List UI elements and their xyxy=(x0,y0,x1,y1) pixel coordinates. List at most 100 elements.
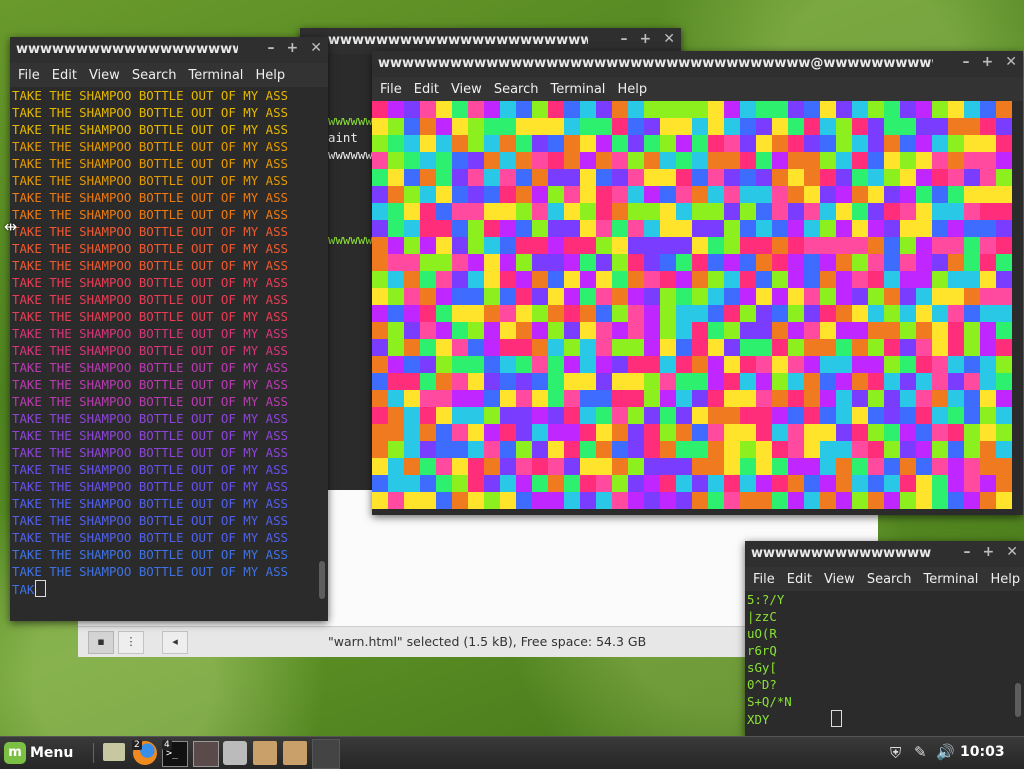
maximize-icon[interactable]: + xyxy=(287,40,299,56)
archive-app-icon[interactable] xyxy=(253,741,277,765)
menu-edit[interactable]: Edit xyxy=(408,82,445,97)
noise-cell xyxy=(436,271,452,288)
minimize-icon[interactable]: – xyxy=(621,31,628,47)
tree-view-button[interactable]: ⋮ xyxy=(118,631,144,654)
noise-cell xyxy=(676,237,692,254)
terminal-line: TAKE THE SHAMPOO BOTTLE OUT OF MY ASS xyxy=(12,139,289,154)
terminal-output[interactable]: 5:?/Y |zzC uO(R r6rQ sGy[ 0^D? S+Q/*N XD… xyxy=(745,591,1024,736)
terminal-output[interactable]: TAKE THE SHAMPOO BOTTLE OUT OF MY ASS TAK… xyxy=(10,87,328,621)
noise-cell xyxy=(852,203,868,220)
terminal-line: TAKE THE SHAMPOO BOTTLE OUT OF MY ASS xyxy=(12,241,289,256)
noise-cell xyxy=(420,356,436,373)
noise-cell xyxy=(452,169,468,186)
close-icon[interactable]: ✕ xyxy=(310,40,322,56)
noise-cell xyxy=(756,305,772,322)
noise-cell xyxy=(388,135,404,152)
noise-cell xyxy=(916,475,932,492)
menu-terminal[interactable]: Terminal xyxy=(544,82,611,97)
menu-help[interactable]: Help xyxy=(249,68,291,83)
noise-cell xyxy=(708,152,724,169)
small-terminal-titlebar[interactable]: wwwwwwwwwwwwwwwwww... – + ✕ xyxy=(745,541,1024,567)
noise-cell xyxy=(548,373,564,390)
noise-cell xyxy=(804,424,820,441)
menu-file[interactable]: File xyxy=(12,68,46,83)
terminal-output[interactable] xyxy=(372,101,1023,515)
noise-cell xyxy=(660,441,676,458)
text-terminal-titlebar[interactable]: wwwwwwwwwwwwwwwwwwwwww... – + ✕ xyxy=(10,37,328,63)
noise-cell xyxy=(500,237,516,254)
noise-cell xyxy=(660,271,676,288)
menu-file[interactable]: File xyxy=(747,572,781,587)
hide-pane-button[interactable]: ◂ xyxy=(162,631,188,654)
security-shield-icon[interactable]: ⛨ xyxy=(890,744,901,762)
minimize-icon[interactable]: – xyxy=(963,54,970,70)
noise-cell xyxy=(884,101,900,118)
noise-cell xyxy=(804,322,820,339)
volume-icon[interactable]: 🔊 xyxy=(936,743,955,761)
noise-cell xyxy=(996,237,1012,254)
noise-cell xyxy=(804,186,820,203)
noise-cell xyxy=(388,220,404,237)
show-sidebar-button[interactable]: ▪ xyxy=(88,631,114,654)
menu-view[interactable]: View xyxy=(818,572,861,587)
noise-cell xyxy=(660,237,676,254)
noise-cell xyxy=(676,492,692,509)
scrollbar[interactable] xyxy=(1015,683,1021,717)
menu-edit[interactable]: Edit xyxy=(781,572,818,587)
noise-cell xyxy=(628,288,644,305)
taskbar-app-icon[interactable] xyxy=(193,741,219,767)
close-icon[interactable]: ✕ xyxy=(1006,544,1018,560)
menu-search[interactable]: Search xyxy=(488,82,545,97)
noise-cell xyxy=(516,118,532,135)
noise-cell xyxy=(772,373,788,390)
noise-cell xyxy=(740,305,756,322)
menu-file[interactable]: File xyxy=(374,82,408,97)
noise-cell xyxy=(916,271,932,288)
noise-terminal-titlebar[interactable]: wwwwwwwwwwwwwwwwwwwwwwwwwwwwwwwwwwww@www… xyxy=(372,51,1023,77)
menu-search[interactable]: Search xyxy=(861,572,918,587)
noise-cell xyxy=(708,441,724,458)
maximize-icon[interactable]: + xyxy=(640,31,652,47)
scrollbar[interactable] xyxy=(319,561,325,599)
noise-cell xyxy=(916,220,932,237)
noise-cell xyxy=(820,135,836,152)
maximize-icon[interactable]: + xyxy=(983,544,995,560)
menu-edit[interactable]: Edit xyxy=(46,68,83,83)
menu-help[interactable]: Help xyxy=(611,82,653,97)
taskbar-app-icon[interactable] xyxy=(223,741,247,765)
noise-cell xyxy=(372,390,388,407)
noise-cell xyxy=(548,237,564,254)
noise-cell xyxy=(420,220,436,237)
menu-terminal[interactable]: Terminal xyxy=(182,68,249,83)
window-list-button[interactable] xyxy=(312,739,340,769)
menu-search[interactable]: Search xyxy=(126,68,183,83)
noise-cell xyxy=(964,203,980,220)
noise-cell xyxy=(724,220,740,237)
noise-cell xyxy=(932,458,948,475)
noise-cell xyxy=(772,305,788,322)
menu-view[interactable]: View xyxy=(445,82,488,97)
noise-cell xyxy=(788,101,804,118)
noise-cell xyxy=(596,373,612,390)
archive-app-icon[interactable] xyxy=(283,741,307,765)
close-icon[interactable]: ✕ xyxy=(1005,54,1017,70)
noise-cell xyxy=(484,407,500,424)
noise-cell xyxy=(372,288,388,305)
noise-cell xyxy=(788,475,804,492)
menu-help[interactable]: Help xyxy=(984,572,1024,587)
noise-cell xyxy=(644,220,660,237)
noise-cell xyxy=(564,203,580,220)
clock[interactable]: 10:03 xyxy=(960,744,1005,760)
minimize-icon[interactable]: – xyxy=(964,544,971,560)
minimize-icon[interactable]: – xyxy=(268,40,275,56)
menu-button[interactable]: m Menu xyxy=(4,740,73,766)
menu-view[interactable]: View xyxy=(83,68,126,83)
noise-cell xyxy=(404,441,420,458)
files-launcher-icon[interactable] xyxy=(103,743,125,761)
menu-terminal[interactable]: Terminal xyxy=(917,572,984,587)
noise-cell xyxy=(804,101,820,118)
maximize-icon[interactable]: + xyxy=(982,54,994,70)
network-icon[interactable]: ✎ xyxy=(914,743,927,761)
close-icon[interactable]: ✕ xyxy=(663,31,675,47)
taskbar-separator xyxy=(93,743,94,763)
